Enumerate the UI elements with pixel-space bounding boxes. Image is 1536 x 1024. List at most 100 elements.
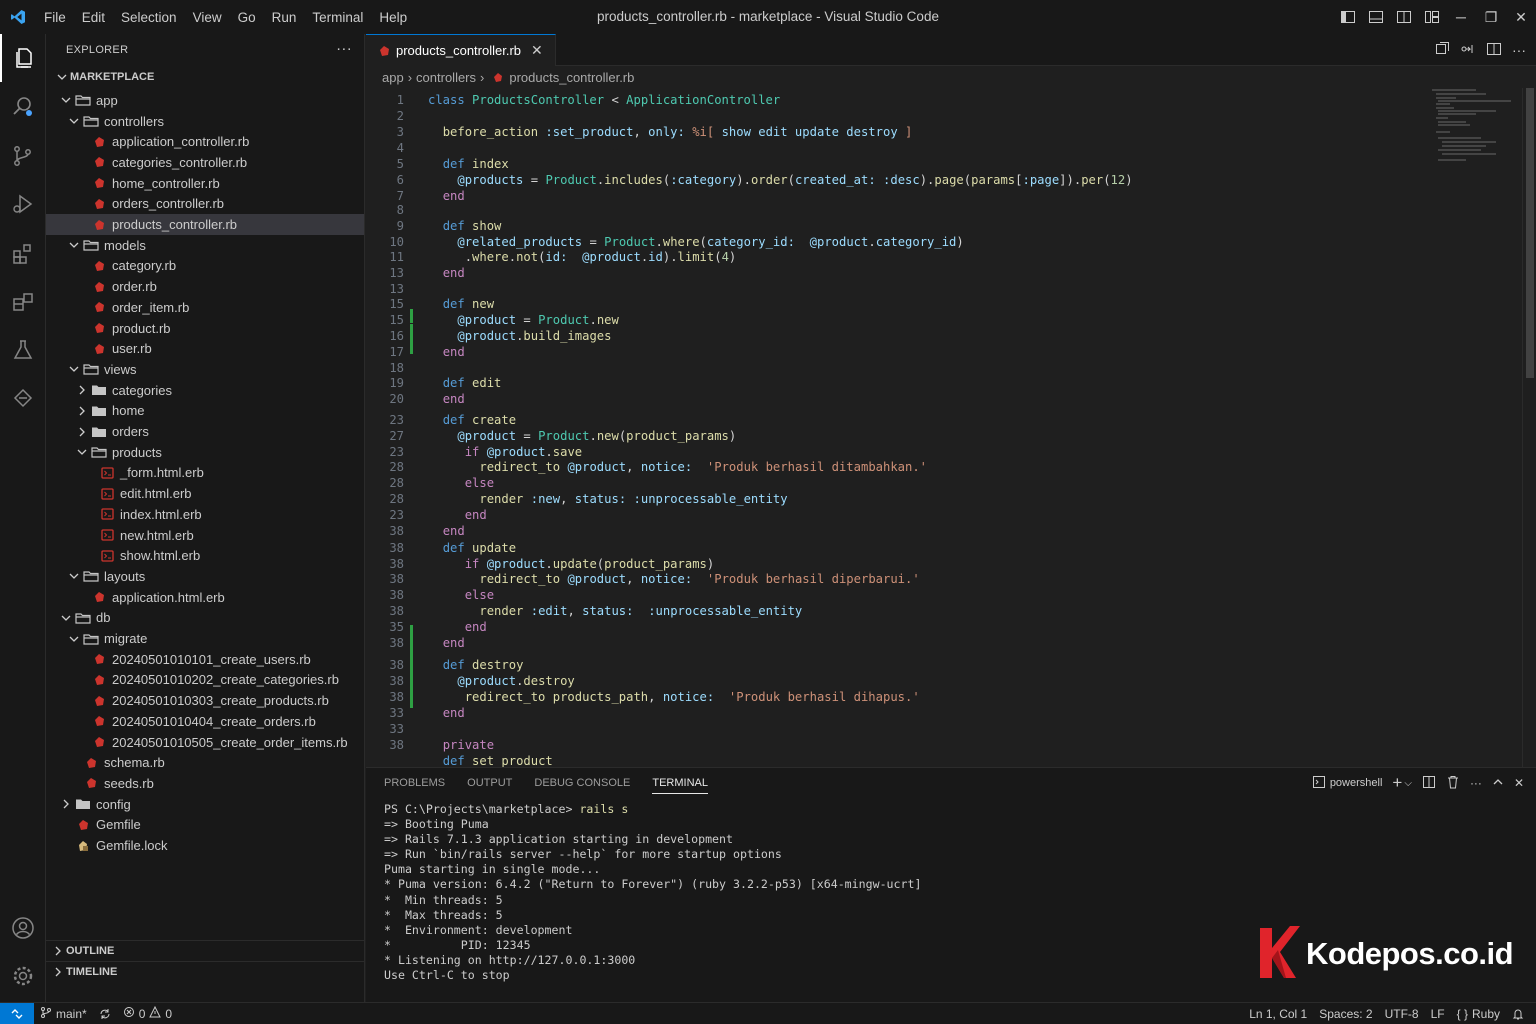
git-branch[interactable]: main*	[34, 1006, 93, 1021]
tree-item[interactable]: application.html.erb	[46, 587, 364, 608]
extensions-icon[interactable]	[0, 230, 46, 278]
tree-item[interactable]: categories_controller.rb	[46, 152, 364, 173]
tree-item[interactable]: product.rb	[46, 318, 364, 339]
tree-item[interactable]: orders	[46, 421, 364, 442]
end-of-line[interactable]: LF	[1425, 1007, 1451, 1021]
tree-item[interactable]: order_item.rb	[46, 297, 364, 318]
editor-scrollbar[interactable]	[1522, 88, 1536, 767]
customize-layout-icon[interactable]	[1418, 0, 1446, 34]
tree-item[interactable]: new.html.erb	[46, 525, 364, 546]
chevron-down-icon[interactable]: ⌵	[1404, 778, 1412, 789]
remote-indicator-icon[interactable]	[0, 1002, 34, 1024]
explorer-icon[interactable]	[0, 34, 46, 82]
notifications-bell-icon[interactable]	[1506, 1008, 1530, 1020]
tree-item[interactable]: Gemfile	[46, 815, 364, 836]
menu-help[interactable]: Help	[371, 10, 415, 25]
tree-item[interactable]: seeds.rb	[46, 773, 364, 794]
tree-item[interactable]: order.rb	[46, 276, 364, 297]
tree-item[interactable]: schema.rb	[46, 752, 364, 773]
tree-item[interactable]: migrate	[46, 628, 364, 649]
tree-item[interactable]: 20240501010101_create_users.rb	[46, 649, 364, 670]
tree-item[interactable]: products_controller.rb	[46, 214, 364, 235]
tree-item[interactable]: 20240501010404_create_orders.rb	[46, 711, 364, 732]
toggle-primary-sidebar-icon[interactable]	[1334, 0, 1362, 34]
menu-run[interactable]: Run	[264, 10, 305, 25]
tree-item[interactable]: home_controller.rb	[46, 173, 364, 194]
tab-output[interactable]: OUTPUT	[467, 777, 512, 789]
tree-item[interactable]: index.html.erb	[46, 504, 364, 525]
split-terminal-icon[interactable]	[1422, 775, 1436, 792]
copilot-icon[interactable]	[0, 374, 46, 422]
tree-item[interactable]: db	[46, 608, 364, 629]
close-panel-icon[interactable]: ✕	[1514, 776, 1524, 790]
menu-selection[interactable]: Selection	[113, 10, 185, 25]
search-icon[interactable]	[0, 82, 46, 130]
close-window-icon[interactable]: ✕	[1506, 0, 1536, 34]
tree-item[interactable]: 20240501010505_create_order_items.rb	[46, 732, 364, 753]
minimap[interactable]	[1426, 88, 1526, 168]
tab-problems[interactable]: PROBLEMS	[384, 777, 445, 789]
tree-item[interactable]: home	[46, 401, 364, 422]
tree-item[interactable]: models	[46, 235, 364, 256]
tree-item[interactable]: config	[46, 794, 364, 815]
tree-item[interactable]: Gemfile.lock	[46, 835, 364, 856]
close-tab-icon[interactable]: ✕	[531, 42, 543, 59]
workspace-root[interactable]: MARKETPLACE	[46, 66, 364, 88]
more-editor-actions-icon[interactable]: ···	[1512, 42, 1526, 58]
tree-item[interactable]: 20240501010303_create_products.rb	[46, 690, 364, 711]
terminal-shell-name[interactable]: powershell	[1330, 777, 1383, 789]
remote-explorer-icon[interactable]	[0, 278, 46, 326]
testing-icon[interactable]	[0, 326, 46, 374]
maximize-panel-icon[interactable]	[1492, 776, 1504, 791]
open-changes-icon[interactable]	[1434, 41, 1450, 60]
tree-item[interactable]: 20240501010202_create_categories.rb	[46, 670, 364, 691]
tree-item[interactable]: application_controller.rb	[46, 131, 364, 152]
tree-item[interactable]: categories	[46, 380, 364, 401]
tab-debug-console[interactable]: DEBUG CONSOLE	[534, 777, 630, 789]
encoding[interactable]: UTF-8	[1379, 1007, 1425, 1021]
minimize-icon[interactable]: ─	[1446, 0, 1476, 34]
menu-edit[interactable]: Edit	[74, 10, 113, 25]
scrollbar-thumb[interactable]	[1526, 88, 1534, 378]
new-terminal-icon[interactable]: +	[1392, 773, 1402, 793]
tree-item[interactable]: controllers	[46, 111, 364, 132]
accounts-icon[interactable]	[0, 904, 46, 952]
tab-terminal[interactable]: TERMINAL	[652, 777, 708, 794]
source-control-icon[interactable]	[0, 132, 46, 180]
menu-terminal[interactable]: Terminal	[304, 10, 371, 25]
breadcrumb-app[interactable]: app	[382, 70, 404, 85]
outline-section[interactable]: OUTLINE	[46, 940, 365, 960]
manage-gear-icon[interactable]	[0, 952, 46, 1000]
tree-item[interactable]: app	[46, 90, 364, 111]
tree-item[interactable]: user.rb	[46, 338, 364, 359]
tree-item[interactable]: layouts	[46, 566, 364, 587]
split-editor-icon[interactable]	[1486, 41, 1502, 60]
breadcrumb-file[interactable]: products_controller.rb	[509, 70, 634, 85]
tree-item[interactable]: views	[46, 359, 364, 380]
tab-products-controller[interactable]: products_controller.rb ✕	[366, 34, 556, 66]
menu-go[interactable]: Go	[230, 10, 264, 25]
toggle-panel-icon[interactable]	[1362, 0, 1390, 34]
problems-indicator[interactable]: 0 0	[117, 1005, 178, 1021]
git-compare-icon[interactable]	[1460, 41, 1476, 60]
restore-icon[interactable]: ❐	[1476, 0, 1506, 34]
menu-file[interactable]: File	[36, 10, 74, 25]
cursor-position[interactable]: Ln 1, Col 1	[1243, 1007, 1313, 1021]
more-panel-actions-icon[interactable]: ···	[1470, 776, 1482, 790]
menu-view[interactable]: View	[185, 10, 230, 25]
language-mode[interactable]: { } Ruby	[1451, 1007, 1506, 1021]
trash-icon[interactable]	[1446, 775, 1460, 792]
tree-item[interactable]: products	[46, 442, 364, 463]
code-editor[interactable]: 1 class ProductsController < ApplicationC…	[366, 88, 1426, 767]
breadcrumb-controllers[interactable]: controllers	[416, 70, 476, 85]
indentation[interactable]: Spaces: 2	[1313, 1007, 1378, 1021]
sync-icon[interactable]	[93, 1008, 117, 1020]
timeline-section[interactable]: TIMELINE	[46, 961, 365, 981]
tree-item[interactable]: edit.html.erb	[46, 483, 364, 504]
toggle-secondary-sidebar-icon[interactable]	[1390, 0, 1418, 34]
tree-item[interactable]: show.html.erb	[46, 545, 364, 566]
more-actions-icon[interactable]: ···	[336, 40, 352, 57]
tree-item[interactable]: category.rb	[46, 256, 364, 277]
tree-item[interactable]: orders_controller.rb	[46, 194, 364, 215]
run-debug-icon[interactable]	[0, 180, 46, 228]
